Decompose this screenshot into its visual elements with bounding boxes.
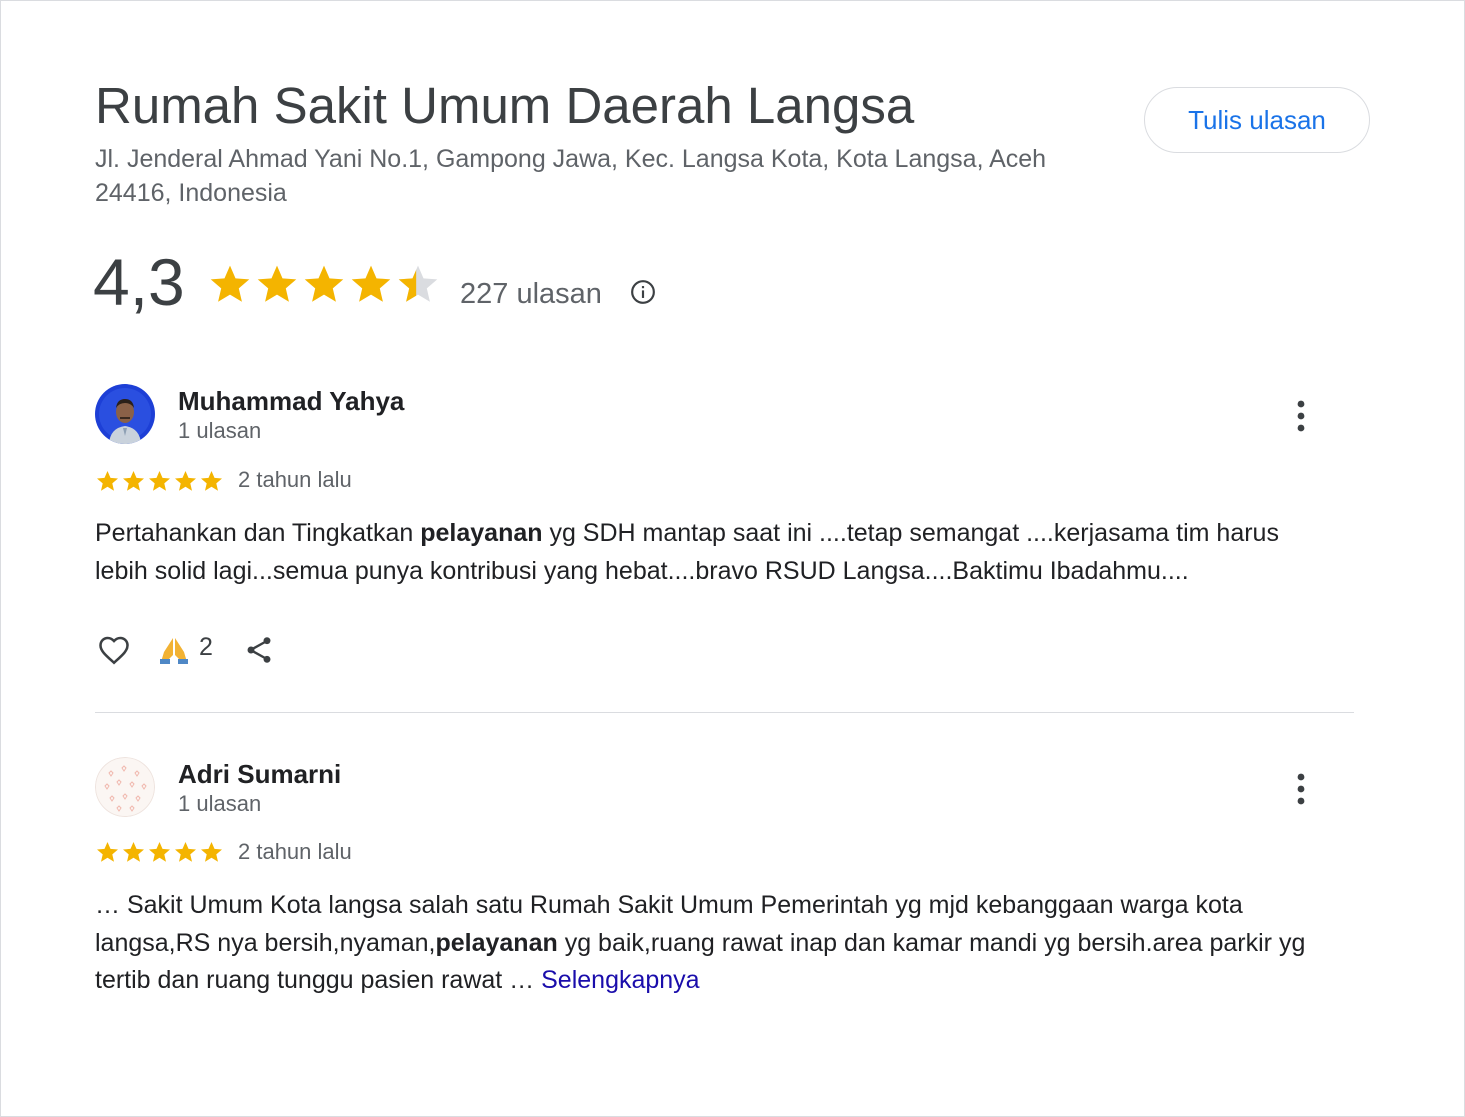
star-icon [351, 265, 391, 302]
star-icon [97, 842, 118, 862]
more-options-icon[interactable] [1286, 771, 1316, 807]
reviewer-name[interactable]: Adri Sumarni [178, 759, 341, 790]
reviewer-name[interactable]: Muhammad Yahya [178, 386, 404, 417]
pray-reaction-icon[interactable] [158, 635, 190, 665]
more-options-icon[interactable] [1286, 398, 1316, 434]
star-icon [149, 842, 170, 862]
average-rating: 4,3 [93, 245, 185, 319]
rating-stars [207, 262, 441, 306]
star-icon [175, 842, 196, 862]
review-text: … Sakit Umum Kota langsa salah satu Ruma… [95, 887, 1335, 1000]
review-text-highlight: pelayanan [420, 519, 543, 547]
review-text: Pertahankan dan Tingkatkan pelayanan yg … [95, 515, 1335, 590]
review-stars [95, 840, 224, 864]
star-icon [201, 471, 222, 491]
star-icon [304, 265, 344, 302]
star-icon [201, 842, 222, 862]
read-more-link[interactable]: Selengkapnya [541, 966, 699, 994]
star-icon [210, 265, 250, 302]
reviewer-review-count: 1 ulasan [178, 418, 262, 443]
star-icon [123, 842, 144, 862]
info-icon[interactable] [630, 279, 656, 305]
review-stars [95, 469, 224, 493]
review-time: 2 tahun lalu [238, 467, 352, 492]
star-icon [123, 471, 144, 491]
star-icon [175, 471, 196, 491]
like-heart-icon[interactable] [95, 632, 133, 668]
star-icon [257, 265, 297, 302]
review-text-part: Pertahankan dan Tingkatkan [95, 519, 421, 547]
review-time: 2 tahun lalu [238, 839, 352, 864]
star-icon [97, 471, 118, 491]
reaction-count: 2 [199, 633, 213, 661]
review-text-highlight: pelayanan [435, 928, 558, 957]
divider [95, 712, 1354, 713]
place-title: Rumah Sakit Umum Daerah Langsa [95, 77, 915, 134]
half-star-icon [398, 265, 438, 302]
write-review-button[interactable]: Tulis ulasan [1144, 87, 1370, 153]
avatar[interactable] [95, 384, 155, 444]
avatar[interactable] [95, 757, 155, 817]
review-count: 227 ulasan [460, 278, 602, 310]
share-icon[interactable] [243, 634, 275, 666]
place-address: Jl. Jenderal Ahmad Yani No.1, Gampong Ja… [95, 145, 1047, 207]
star-icon [149, 471, 170, 491]
reviewer-review-count: 1 ulasan [178, 791, 262, 816]
